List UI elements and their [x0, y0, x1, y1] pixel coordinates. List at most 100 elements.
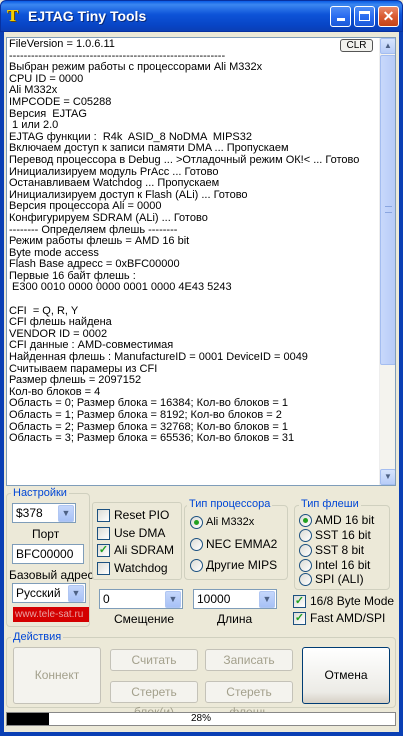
erase-flash-button[interactable]: Стереть флешь: [205, 681, 293, 719]
use-dma-label: Use DMA: [114, 526, 166, 540]
read-button[interactable]: Считать: [110, 649, 198, 671]
log-line: Режим работы флешь = AMD 16 bit: [9, 235, 190, 248]
length-select[interactable]: 10000 ▼: [193, 589, 277, 609]
cpu-other-label: Другие MIPS: [206, 558, 278, 572]
cpu-type-legend: Тип процессора: [187, 498, 273, 510]
fast-amd-spi-checkbox[interactable]: ✓ Fast AMD/SPI: [293, 611, 385, 626]
cancel-button[interactable]: Отмена: [302, 647, 390, 704]
cpu-ali-radio[interactable]: Ali M332x: [190, 515, 254, 530]
progress-bar: 28%: [6, 712, 396, 726]
log-line: Область = 3; Размер блока = 65536; Кол-в…: [9, 432, 295, 445]
flash-sst16-radio[interactable]: SST 16 bit: [299, 528, 371, 543]
chevron-down-icon[interactable]: ▼: [58, 505, 74, 522]
flash-type-legend: Тип флеши: [299, 498, 361, 510]
flash-intel16-radio[interactable]: Intel 16 bit: [299, 558, 370, 573]
watchdog-label: Watchdog: [114, 561, 168, 575]
maximize-icon: [359, 11, 370, 21]
watchdog-checkbox[interactable]: Watchdog: [97, 561, 168, 576]
website-link[interactable]: www.tele-sat.ru: [13, 607, 89, 622]
cpu-ali-label: Ali M332x: [206, 516, 255, 528]
fast-amd-spi-label: Fast AMD/SPI: [310, 611, 386, 625]
log-line: Останавливаем Watchdog ... Пропускаем: [9, 177, 220, 190]
offset-select[interactable]: 0 ▼: [99, 589, 183, 609]
ali-sdram-label: Ali SDRAM: [114, 543, 175, 557]
scroll-down-icon[interactable]: ▼: [380, 469, 395, 485]
log-scrollbar[interactable]: ▲ ▼: [379, 38, 395, 485]
radio-selected-icon: [190, 516, 203, 529]
actions-legend: Действия: [11, 631, 64, 643]
clear-log-button[interactable]: CLR: [340, 39, 373, 52]
port-label: Порт: [32, 527, 60, 541]
flash-amd16-label: AMD 16 bit: [315, 513, 375, 527]
offset-label: Смещение: [114, 612, 175, 626]
minimize-button[interactable]: [330, 6, 351, 27]
radio-selected-icon: [299, 514, 312, 527]
log-line: Конфигурируем SDRAM (ALi) ... Готово: [9, 211, 208, 224]
log-line: Перевод процессора в Debug ... >Отладочн…: [9, 153, 360, 166]
log-line: CPU ID = 0000: [9, 72, 84, 85]
close-icon: ✕: [382, 8, 395, 24]
radio-icon: [299, 544, 312, 557]
use-dma-checkbox[interactable]: Use DMA: [97, 526, 165, 541]
cpu-other-radio[interactable]: Другие MIPS: [190, 558, 277, 573]
flash-spi-radio[interactable]: SPI (ALI): [299, 572, 364, 587]
checkbox-icon: [97, 527, 110, 540]
length-label: Длина: [217, 612, 253, 626]
cpu-nec-radio[interactable]: NEC EMMA2: [190, 537, 277, 552]
checkmark-icon: ✓: [293, 595, 306, 608]
chevron-down-icon[interactable]: ▼: [259, 591, 275, 608]
byte-mode-checkbox[interactable]: ✓ 16/8 Byte Mode: [293, 594, 394, 609]
flash-intel16-label: Intel 16 bit: [315, 558, 371, 572]
progress-text: 28%: [190, 713, 211, 724]
checkmark-icon: ✓: [97, 544, 110, 557]
title-bar[interactable]: T EJTAG Tiny Tools ✕: [0, 0, 403, 32]
minimize-icon: [336, 18, 345, 21]
erase-blocks-button[interactable]: Стереть блок(и): [110, 681, 198, 719]
reset-pio-checkbox[interactable]: Reset PIO: [97, 508, 169, 523]
checkbox-icon: [97, 562, 110, 575]
cpu-nec-label: NEC EMMA2: [206, 537, 278, 551]
language-select[interactable]: Русский ▼: [12, 583, 86, 603]
language-select-value: Русский: [16, 586, 61, 600]
log-line: E300 0010 0000 0000 0001 0000 4E43 5243: [9, 281, 232, 294]
log-textarea[interactable]: FileVersion = 1.0.6.11 ------------------…: [6, 37, 396, 486]
log-line: 1 или 2.0: [9, 119, 59, 132]
log-text: FileVersion = 1.0.6.11 ------------------…: [9, 38, 379, 445]
write-button[interactable]: Записать: [205, 649, 293, 671]
log-line: Область = 1; Размер блока = 8192; Кол-во…: [9, 409, 282, 421]
base-address-label: Базовый адрес: [9, 568, 94, 582]
offset-value: 0: [103, 592, 110, 606]
radio-icon: [190, 559, 203, 572]
flash-spi-label: SPI (ALI): [315, 572, 364, 586]
maximize-button[interactable]: [354, 6, 375, 27]
port-select[interactable]: $378 ▼: [12, 503, 76, 523]
chevron-down-icon[interactable]: ▼: [165, 591, 181, 608]
log-line: Найденная флешь : ManufactureID = 0001 D…: [9, 351, 308, 364]
chevron-down-icon[interactable]: ▼: [68, 585, 84, 602]
radio-icon: [299, 559, 312, 572]
radio-icon: [299, 529, 312, 542]
app-icon: T: [7, 7, 19, 25]
flash-amd16-radio[interactable]: AMD 16 bit: [299, 513, 374, 528]
radio-icon: [190, 538, 203, 551]
log-line: FileVersion = 1.0.6.11: [9, 38, 115, 50]
scroll-up-icon[interactable]: ▲: [380, 38, 395, 54]
reset-pio-label: Reset PIO: [114, 508, 170, 522]
checkmark-icon: ✓: [293, 612, 306, 625]
ali-sdram-checkbox[interactable]: ✓ Ali SDRAM: [97, 543, 174, 558]
scroll-thumb[interactable]: [380, 55, 395, 365]
connect-button[interactable]: Коннект: [13, 647, 101, 704]
checkbox-icon: [97, 509, 110, 522]
port-select-value: $378: [16, 506, 43, 520]
flash-sst8-radio[interactable]: SST 8 bit: [299, 543, 364, 558]
window-title: EJTAG Tiny Tools: [28, 8, 147, 24]
byte-mode-label: 16/8 Byte Mode: [310, 594, 395, 608]
flash-sst8-label: SST 8 bit: [315, 543, 365, 557]
close-button[interactable]: ✕: [378, 6, 399, 27]
settings-legend: Настройки: [11, 487, 69, 499]
length-value: 10000: [197, 592, 231, 606]
base-address-input[interactable]: BFC00000: [12, 544, 84, 564]
log-line: IMPCODE = C05288: [9, 95, 112, 108]
radio-icon: [299, 573, 312, 586]
